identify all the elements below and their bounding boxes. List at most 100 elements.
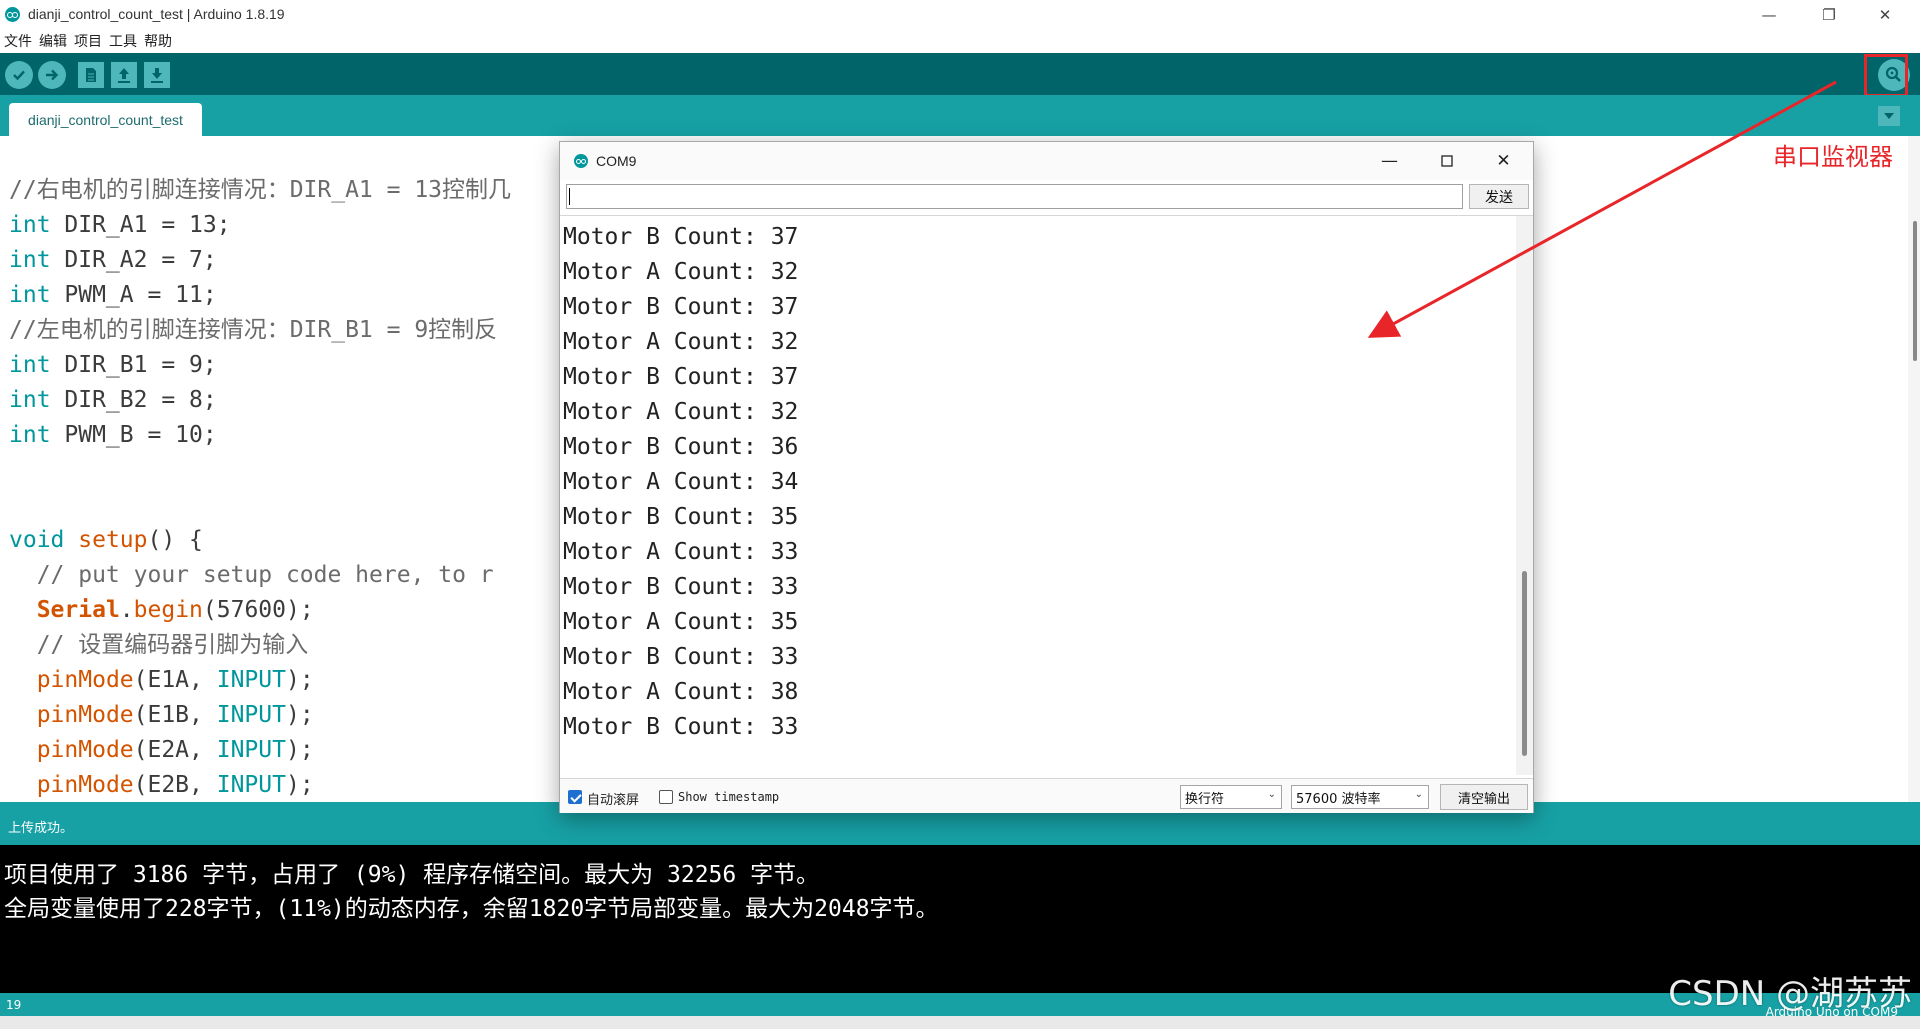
menu-sketch[interactable]: 项目: [74, 31, 102, 51]
code-line: int PWM_A = 11;: [9, 282, 217, 308]
watermark: CSDN @湖苏苏: [1668, 974, 1912, 1014]
code-line: int PWM_B = 10;: [9, 422, 217, 448]
serial-output-line: Motor B Count: 33: [563, 644, 799, 670]
code-line: //左电机的引脚连接情况：DIR_B1 = 9控制反: [9, 317, 498, 343]
new-icon: [86, 68, 96, 82]
code-line: void setup() {: [9, 527, 203, 553]
send-button[interactable]: 发送: [1469, 184, 1529, 209]
save-sketch-button[interactable]: [144, 62, 170, 88]
serial-output-line: Motor B Count: 33: [563, 574, 799, 600]
menu-file[interactable]: 文件: [4, 31, 32, 51]
tab-menu-button[interactable]: [1878, 106, 1900, 126]
code-line: Serial.begin(57600);: [36, 597, 314, 623]
serial-maximize-button[interactable]: [1418, 142, 1475, 180]
toolbar: [0, 53, 1920, 95]
menu-edit[interactable]: 编辑: [39, 31, 67, 51]
baud-rate-value: 57600 波特率: [1296, 791, 1381, 807]
autoscroll-label: 自动滚屏: [587, 793, 640, 808]
serial-output-line: Motor A Count: 38: [563, 679, 799, 705]
clear-output-button[interactable]: 清空输出: [1440, 784, 1528, 810]
menu-bar: 文件 编辑 项目 工具 帮助: [0, 29, 1920, 53]
line-number: 19: [6, 998, 22, 1012]
serial-monitor-highlight-box: [1864, 54, 1908, 97]
code-line: pinMode(E2B, INPUT);: [36, 772, 314, 798]
close-button[interactable]: ✕: [1862, 0, 1908, 29]
serial-output-line: Motor A Count: 32: [563, 329, 799, 355]
autoscroll-checkbox[interactable]: [568, 790, 582, 804]
arduino-logo-icon: [5, 7, 20, 22]
serial-output-line: Motor B Count: 37: [563, 294, 799, 320]
title-bar: dianji_control_count_test | Arduino 1.8.…: [0, 0, 1920, 29]
menu-tools[interactable]: 工具: [109, 31, 137, 51]
timestamp-label: Show timestamp: [678, 790, 780, 804]
code-line: pinMode(E1A, INPUT);: [36, 667, 314, 693]
serial-close-button[interactable]: ✕: [1475, 142, 1532, 180]
new-sketch-button[interactable]: [78, 62, 104, 88]
code-line: int DIR_A1 = 13;: [9, 212, 231, 238]
serial-output-line: Motor B Count: 33: [563, 714, 799, 740]
code-line: int DIR_B2 = 8;: [9, 387, 217, 413]
serial-output-line: Motor A Count: 32: [563, 259, 799, 285]
code-line: // 设置编码器引脚为输入: [9, 632, 309, 658]
console-line: 全局变量使用了228字节，(11%)的动态内存，余留1820字节局部变量。最大为…: [4, 896, 939, 922]
timestamp-checkbox[interactable]: [659, 790, 673, 804]
tab-bar: dianji_control_count_test: [0, 95, 1920, 136]
code-line: pinMode(E1B, INPUT);: [36, 702, 314, 728]
status-message: 上传成功。: [8, 821, 74, 836]
open-sketch-button[interactable]: [111, 62, 137, 88]
window-title: dianji_control_count_test | Arduino 1.8.…: [28, 6, 285, 22]
maximize-button[interactable]: ❐: [1806, 0, 1852, 29]
text-caret: [569, 188, 570, 205]
line-ending-value: 换行符: [1185, 791, 1225, 807]
serial-output-line: Motor B Count: 37: [563, 364, 799, 390]
verify-button[interactable]: [5, 61, 33, 89]
console-line: 项目使用了 3186 字节，占用了 (9%) 程序存储空间。最大为 32256 …: [4, 862, 820, 888]
maximize-icon: [1440, 155, 1453, 167]
code-line: pinMode(E2A, INPUT);: [36, 737, 314, 763]
serial-minimize-button[interactable]: —: [1361, 142, 1418, 180]
editor-scrollbar[interactable]: [1908, 136, 1920, 802]
upload-button[interactable]: [38, 61, 66, 89]
serial-options-bar: 自动滚屏 Show timestamp 换行符 ⌄ 57600 波特率 ⌄ 清空…: [560, 778, 1533, 813]
code-line: //右电机的引脚连接情况：DIR_A1 = 13控制几: [9, 177, 512, 203]
output-scroll-thumb[interactable]: [1522, 571, 1527, 756]
serial-monitor-window: COM9 — ✕ 发送 Motor B Count: 37 Motor A Cou…: [559, 141, 1534, 813]
code-line: int DIR_B1 = 9;: [9, 352, 217, 378]
baud-rate-select[interactable]: 57600 波特率 ⌄: [1291, 785, 1429, 809]
serial-output-line: Motor B Count: 36: [563, 434, 799, 460]
serial-send-input[interactable]: [566, 184, 1463, 209]
chevron-down-icon: ⌄: [1414, 789, 1423, 800]
upload-icon: [46, 69, 59, 81]
footer-bar: 19 Arduino Uno on COM9: [0, 993, 1920, 1019]
send-row: 发送: [560, 180, 1533, 212]
editor-scroll-thumb[interactable]: [1913, 221, 1917, 361]
serial-output-line: Motor A Count: 34: [563, 469, 799, 495]
chevron-down-icon: [1884, 112, 1894, 119]
serial-monitor-title: COM9: [596, 153, 637, 169]
code-line: int DIR_A2 = 7;: [9, 247, 217, 273]
taskbar-strip: [0, 1016, 1920, 1029]
open-icon: [118, 68, 130, 83]
line-ending-select[interactable]: 换行符 ⌄: [1180, 785, 1282, 809]
serial-output-line: Motor B Count: 35: [563, 504, 799, 530]
tab-sketch[interactable]: dianji_control_count_test: [9, 103, 202, 136]
serial-output-line: Motor B Count: 37: [563, 224, 799, 250]
minimize-button[interactable]: —: [1746, 0, 1792, 29]
serial-output-line: Motor A Count: 33: [563, 539, 799, 565]
serial-output-line: Motor A Count: 32: [563, 399, 799, 425]
arduino-logo-icon: [574, 154, 588, 168]
serial-output: Motor B Count: 37 Motor A Count: 32 Motor …: [560, 215, 1533, 775]
menu-help[interactable]: 帮助: [144, 31, 172, 51]
code-text: //右电机的引脚连接情况：DIR_A1 = 13控制几 int DIR_A1 = …: [9, 173, 511, 802]
verify-icon: [13, 70, 25, 81]
console-output: 项目使用了 3186 字节，占用了 (9%) 程序存储空间。最大为 32256 …: [0, 845, 1920, 993]
output-scrollbar[interactable]: [1516, 216, 1533, 775]
serial-monitor-titlebar: COM9 — ✕: [560, 142, 1533, 180]
code-line: // put your setup code here, to r: [9, 562, 494, 588]
annotation-label: 串口监视器: [1773, 143, 1893, 171]
chevron-down-icon: ⌄: [1267, 789, 1276, 800]
serial-output-line: Motor A Count: 35: [563, 609, 799, 635]
save-icon: [151, 68, 163, 83]
